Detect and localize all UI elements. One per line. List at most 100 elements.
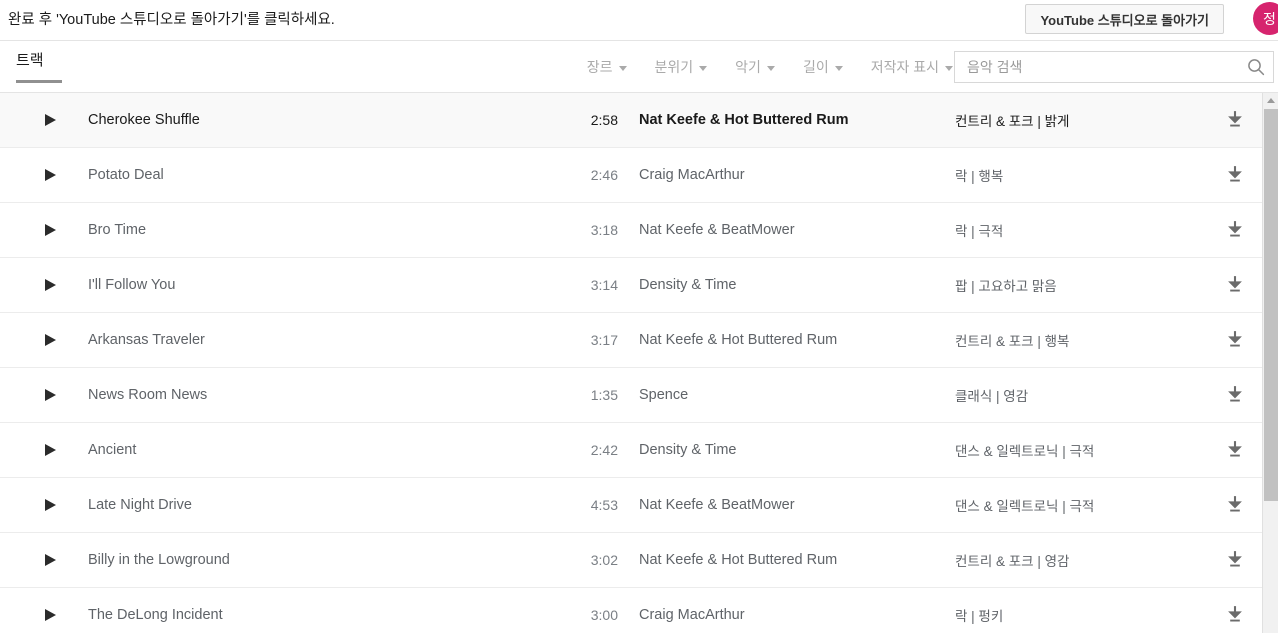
filter-1[interactable]: 분위기 [655,57,708,77]
download-icon[interactable] [1222,492,1248,518]
chevron-down-icon [945,65,953,71]
track-genre: 댄스 & 일렉트로닉 | 극적 [955,499,1095,514]
play-icon[interactable] [45,334,56,346]
top-banner: 완료 후 'YouTube 스튜디오로 돌아가기'를 클릭하세요. YouTub… [0,0,1278,41]
filter-bar: 트랙 장르 분위기 악기 길이 저작자 표시 [0,41,1278,93]
track-row[interactable]: News Room News 1:35 Spence 클래식 | 영감 [0,368,1262,423]
filter-label: 저작자 표시 [870,59,939,75]
scrollbar-thumb[interactable] [1264,109,1278,501]
track-row[interactable]: Potato Deal 2:46 Craig MacArthur 락 | 행복 [0,148,1262,203]
track-duration: 3:14 [590,277,618,293]
track-genre: 락 | 펑키 [955,609,1004,624]
track-row[interactable]: Billy in the Lowground 3:02 Nat Keefe & Ho… [0,533,1262,588]
track-title[interactable]: Ancient [88,442,136,458]
search-box[interactable] [954,51,1274,83]
track-genre: 락 | 행복 [955,169,1004,184]
track-title[interactable]: I'll Follow You [88,277,175,293]
track-list-region: Cherokee Shuffle 2:58 Nat Keefe & Hot Butt… [0,93,1278,633]
download-icon[interactable] [1222,327,1248,353]
filter-4[interactable]: 저작자 표시 [871,57,953,77]
download-icon[interactable] [1222,162,1248,188]
track-artist[interactable]: Nat Keefe & BeatMower [639,497,795,513]
track-genre: 클래식 | 영감 [955,389,1029,404]
track-artist[interactable]: Nat Keefe & Hot Buttered Rum [639,112,848,128]
track-row[interactable]: Ancient 2:42 Density & Time 댄스 & 일렉트로닉 | 극적 [0,423,1262,478]
track-duration: 3:02 [590,552,618,568]
search-input[interactable] [955,52,1239,82]
play-icon[interactable] [45,554,56,566]
filter-label: 악기 [735,59,761,75]
play-icon[interactable] [45,444,56,456]
chevron-down-icon [618,65,627,71]
track-title[interactable]: Late Night Drive [88,497,192,513]
chevron-down-icon [766,65,775,71]
track-row[interactable]: Arkansas Traveler 3:17 Nat Keefe & Hot But… [0,313,1262,368]
track-duration: 3:00 [590,607,618,623]
track-row[interactable]: The DeLong Incident 3:00 Craig MacArthur 락 … [0,588,1262,633]
scroll-up-arrow-icon[interactable] [1263,93,1278,108]
track-artist[interactable]: Craig MacArthur [639,607,745,623]
track-title[interactable]: Bro Time [88,222,146,238]
track-artist[interactable]: Nat Keefe & Hot Buttered Rum [639,332,837,348]
search-icon[interactable] [1239,52,1273,82]
play-icon[interactable] [45,389,56,401]
filter-label: 장르 [586,59,613,75]
track-title[interactable]: The DeLong Incident [88,607,223,623]
download-icon[interactable] [1222,602,1248,628]
play-icon[interactable] [45,499,56,511]
filter-2[interactable]: 악기 [735,57,775,77]
filter-3[interactable]: 길이 [803,57,843,77]
play-icon[interactable] [45,609,56,621]
track-title[interactable]: Billy in the Lowground [88,552,230,568]
track-duration: 2:42 [590,442,618,458]
track-row[interactable]: I'll Follow You 3:14 Density & Time 팝 | 고요하… [0,258,1262,313]
track-title[interactable]: Arkansas Traveler [88,332,205,348]
filter-label: 분위기 [654,59,694,75]
track-title[interactable]: Cherokee Shuffle [88,112,200,128]
track-duration: 2:46 [590,167,618,183]
play-icon[interactable] [45,224,56,236]
track-genre: 댄스 & 일렉트로닉 | 극적 [955,444,1095,459]
track-artist[interactable]: Density & Time [639,277,737,293]
download-icon[interactable] [1222,272,1248,298]
tab-active-indicator [16,80,62,83]
track-genre: 컨트리 & 포크 | 밝게 [955,114,1070,129]
track-artist[interactable]: Density & Time [639,442,737,458]
track-artist[interactable]: Nat Keefe & BeatMower [639,222,795,238]
track-genre: 팝 | 고요하고 맑음 [955,279,1057,294]
track-row[interactable]: Cherokee Shuffle 2:58 Nat Keefe & Hot Butt… [0,93,1262,148]
filter-label: 길이 [802,59,829,75]
download-icon[interactable] [1222,382,1248,408]
download-icon[interactable] [1222,547,1248,573]
track-title[interactable]: Potato Deal [88,167,164,183]
filter-group: 장르 분위기 악기 길이 저작자 표시 [587,41,953,93]
play-icon[interactable] [45,279,56,291]
track-row[interactable]: Late Night Drive 4:53 Nat Keefe & BeatMowe… [0,478,1262,533]
track-title[interactable]: News Room News [88,387,207,403]
track-duration: 2:58 [590,112,618,128]
track-genre: 컨트리 & 포크 | 행복 [955,334,1070,349]
filter-0[interactable]: 장르 [587,57,627,77]
track-artist[interactable]: Craig MacArthur [639,167,745,183]
chevron-down-icon [834,65,843,71]
track-row[interactable]: Bro Time 3:18 Nat Keefe & BeatMower 락 | 극적 [0,203,1262,258]
track-artist[interactable]: Nat Keefe & Hot Buttered Rum [639,552,837,568]
play-icon[interactable] [45,114,56,126]
tab-tracks[interactable]: 트랙 [16,49,44,80]
download-icon[interactable] [1222,437,1248,463]
track-duration: 3:18 [590,222,618,238]
download-icon[interactable] [1222,217,1248,243]
avatar[interactable]: 정 [1253,2,1278,35]
track-list: Cherokee Shuffle 2:58 Nat Keefe & Hot Butt… [0,93,1262,633]
return-to-studio-button[interactable]: YouTube 스튜디오로 돌아가기 [1025,4,1224,34]
track-genre: 락 | 극적 [955,224,1004,239]
track-genre: 컨트리 & 포크 | 영감 [955,554,1070,569]
track-duration: 4:53 [590,497,618,513]
track-artist[interactable]: Spence [639,387,688,403]
track-duration: 3:17 [590,332,618,348]
instruction-text: 완료 후 'YouTube 스튜디오로 돌아가기'를 클릭하세요. [8,12,335,28]
play-icon[interactable] [45,169,56,181]
chevron-down-icon [699,65,708,71]
download-icon[interactable] [1222,107,1248,133]
vertical-scrollbar[interactable] [1262,93,1278,633]
